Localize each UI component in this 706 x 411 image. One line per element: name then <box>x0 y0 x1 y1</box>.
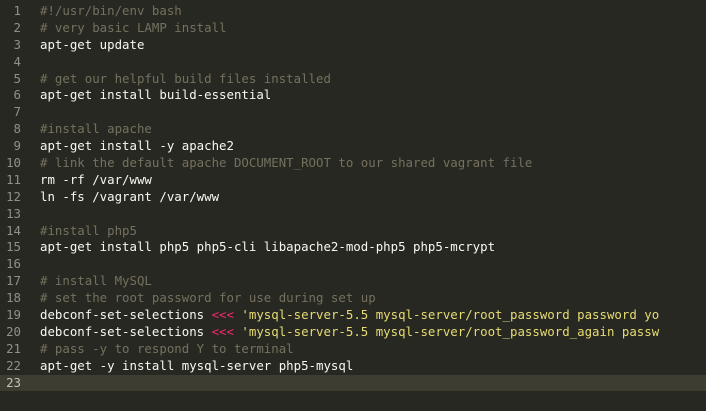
code-token-comment: #!/usr/bin/env bash <box>40 3 182 18</box>
line-text: # install MySQL <box>40 273 152 290</box>
code-line[interactable]: 11 rm -rf /var/www <box>0 172 706 189</box>
code-token-keyword: <<< <box>211 323 234 339</box>
code-token-plain: apt-get install -y apache2 <box>40 138 234 154</box>
line-text: # link the default apache DOCUMENT_ROOT … <box>40 155 532 172</box>
code-line[interactable]: 18 # set the root password for use during… <box>0 290 706 307</box>
line-number: 11 <box>6 171 21 187</box>
line-number: 21 <box>6 340 21 356</box>
code-line[interactable]: 19 debconf-set-selections <<< 'mysql-serv… <box>0 307 706 324</box>
line-number: 15 <box>6 239 21 255</box>
line-number: 14 <box>6 222 21 238</box>
code-line[interactable]: 21 # pass -y to respond Y to terminal <box>0 341 706 358</box>
line-number: 4 <box>13 53 21 69</box>
code-line[interactable]: 12 ln -fs /vagrant /var/www <box>0 189 706 206</box>
line-text: rm -rf /var/www <box>40 172 152 189</box>
code-token-comment: #install php5 <box>40 222 137 238</box>
line-text: apt-get install build-essential <box>40 87 271 104</box>
line-number: 17 <box>6 273 21 289</box>
code-token-comment: # set the root password for use during s… <box>40 290 376 306</box>
line-text: # pass -y to respond Y to terminal <box>40 341 294 358</box>
line-text: apt-get install php5 php5-cli libapache2… <box>40 239 495 256</box>
line-number: 22 <box>6 357 21 373</box>
code-line[interactable]: 2 # very basic LAMP install <box>0 20 706 37</box>
line-number: 6 <box>13 87 21 103</box>
code-line[interactable]: 13 <box>0 206 706 223</box>
code-line[interactable]: 10 # link the default apache DOCUMENT_ROO… <box>0 155 706 172</box>
line-text: #!/usr/bin/env bash <box>40 3 182 20</box>
line-text: apt-get -y install mysql-server php5-mys… <box>40 358 353 375</box>
code-token-plain: ln -fs /vagrant /var/www <box>40 188 220 204</box>
code-token-plain: apt-get update <box>40 36 145 52</box>
line-text: # very basic LAMP install <box>40 20 227 37</box>
code-line[interactable]: 8 #install apache <box>0 121 706 138</box>
code-editor[interactable]: 1 #!/usr/bin/env bash 2 # very basic LAMP i… <box>0 0 706 411</box>
code-line[interactable]: 15 apt-get install php5 php5-cli libapach… <box>0 239 706 256</box>
line-text: apt-get update <box>40 37 144 54</box>
code-line[interactable]: 17 # install MySQL <box>0 273 706 290</box>
code-line[interactable]: 3 apt-get update <box>0 37 706 54</box>
line-text: debconf-set-selections <<< 'mysql-server… <box>40 324 659 341</box>
line-number: 7 <box>13 104 21 120</box>
code-token-plain: rm -rf /var/www <box>40 171 152 187</box>
code-token-plain: debconf-set-selections <box>40 323 212 339</box>
line-text: # set the root password for use during s… <box>40 290 376 307</box>
line-number: 12 <box>6 188 21 204</box>
line-number: 3 <box>13 36 21 52</box>
code-line[interactable]: 23 <box>0 374 706 392</box>
code-token-plain: apt-get install build-essential <box>40 87 272 103</box>
code-line[interactable]: 5 # get our helpful build files installed <box>0 71 706 88</box>
code-token-comment: #install apache <box>40 121 152 137</box>
code-line[interactable]: 1 #!/usr/bin/env bash <box>0 3 706 20</box>
line-number: 5 <box>13 70 21 86</box>
code-token-keyword: <<< <box>211 307 234 323</box>
line-text: apt-get install -y apache2 <box>40 138 234 155</box>
line-number: 9 <box>13 138 21 154</box>
line-number: 13 <box>6 205 21 221</box>
code-token-comment: # get our helpful build files installed <box>40 70 331 86</box>
code-line[interactable]: 6 apt-get install build-essential <box>0 87 706 104</box>
line-number: 8 <box>13 121 21 137</box>
line-number: 16 <box>6 256 21 272</box>
line-number: 20 <box>6 323 21 339</box>
line-number: 2 <box>13 19 21 35</box>
line-number: 23 <box>6 374 21 390</box>
code-line[interactable]: 20 debconf-set-selections <<< 'mysql-serv… <box>0 324 706 341</box>
code-token-string: 'mysql-server-5.5 mysql-server/root_pass… <box>233 323 660 339</box>
line-text: #install apache <box>40 121 152 138</box>
line-text: # get our helpful build files installed <box>40 71 331 88</box>
line-number: 19 <box>6 307 21 323</box>
code-line[interactable]: 7 <box>0 104 706 121</box>
line-text: #install php5 <box>40 223 137 240</box>
line-text: debconf-set-selections <<< 'mysql-server… <box>40 307 659 324</box>
code-token-comment: # pass -y to respond Y to terminal <box>40 340 294 356</box>
line-number: 1 <box>13 3 21 18</box>
code-token-plain: apt-get install php5 php5-cli libapache2… <box>40 239 496 255</box>
code-token-comment: # link the default apache DOCUMENT_ROOT … <box>40 155 533 171</box>
code-token-comment: # install MySQL <box>40 273 152 289</box>
code-token-plain: apt-get -y install mysql-server php5-mys… <box>40 357 354 373</box>
code-line[interactable]: 16 <box>0 256 706 273</box>
code-line[interactable]: 9 apt-get install -y apache2 <box>0 138 706 155</box>
line-text: ln -fs /vagrant /var/www <box>40 189 219 206</box>
code-token-string: 'mysql-server-5.5 mysql-server/root_pass… <box>233 307 660 323</box>
code-token-comment: # very basic LAMP install <box>40 19 227 35</box>
line-number: 18 <box>6 290 21 306</box>
code-line[interactable]: 4 <box>0 54 706 71</box>
code-area[interactable]: 1 #!/usr/bin/env bash 2 # very basic LAMP i… <box>0 3 706 392</box>
code-token-plain: debconf-set-selections <box>40 307 212 323</box>
code-line[interactable]: 22 apt-get -y install mysql-server php5-m… <box>0 358 706 375</box>
code-line[interactable]: 14 #install php5 <box>0 223 706 240</box>
line-number: 10 <box>6 155 21 171</box>
